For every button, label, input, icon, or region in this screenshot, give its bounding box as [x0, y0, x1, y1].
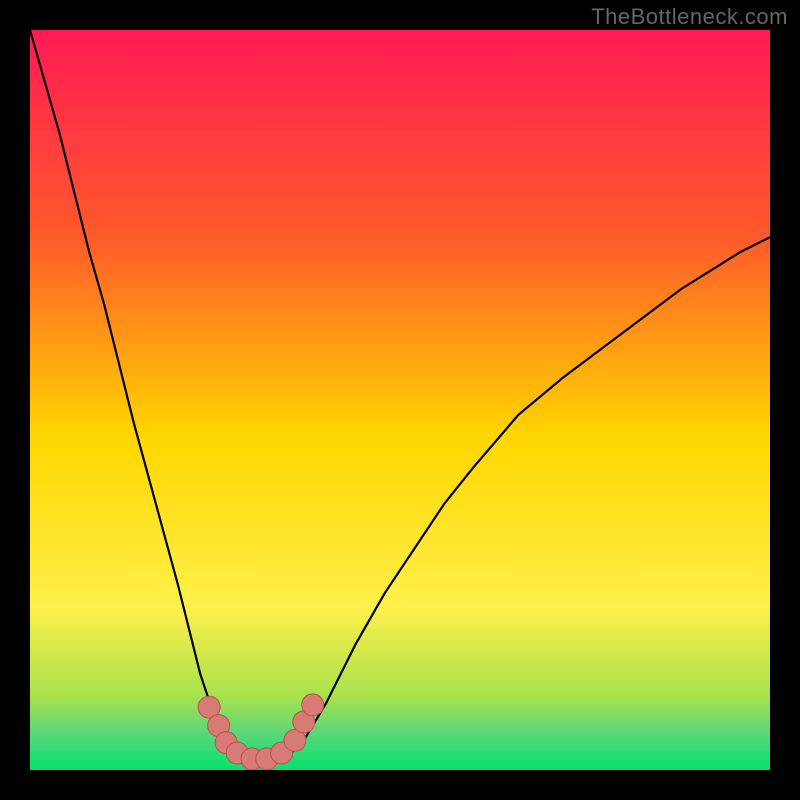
chart-plot-area [30, 30, 770, 770]
chart-background-gradient [30, 30, 770, 770]
chart-marker [302, 694, 324, 716]
stage: TheBottleneck.com [0, 0, 800, 800]
watermark-text: TheBottleneck.com [591, 4, 788, 30]
chart-svg [30, 30, 770, 770]
